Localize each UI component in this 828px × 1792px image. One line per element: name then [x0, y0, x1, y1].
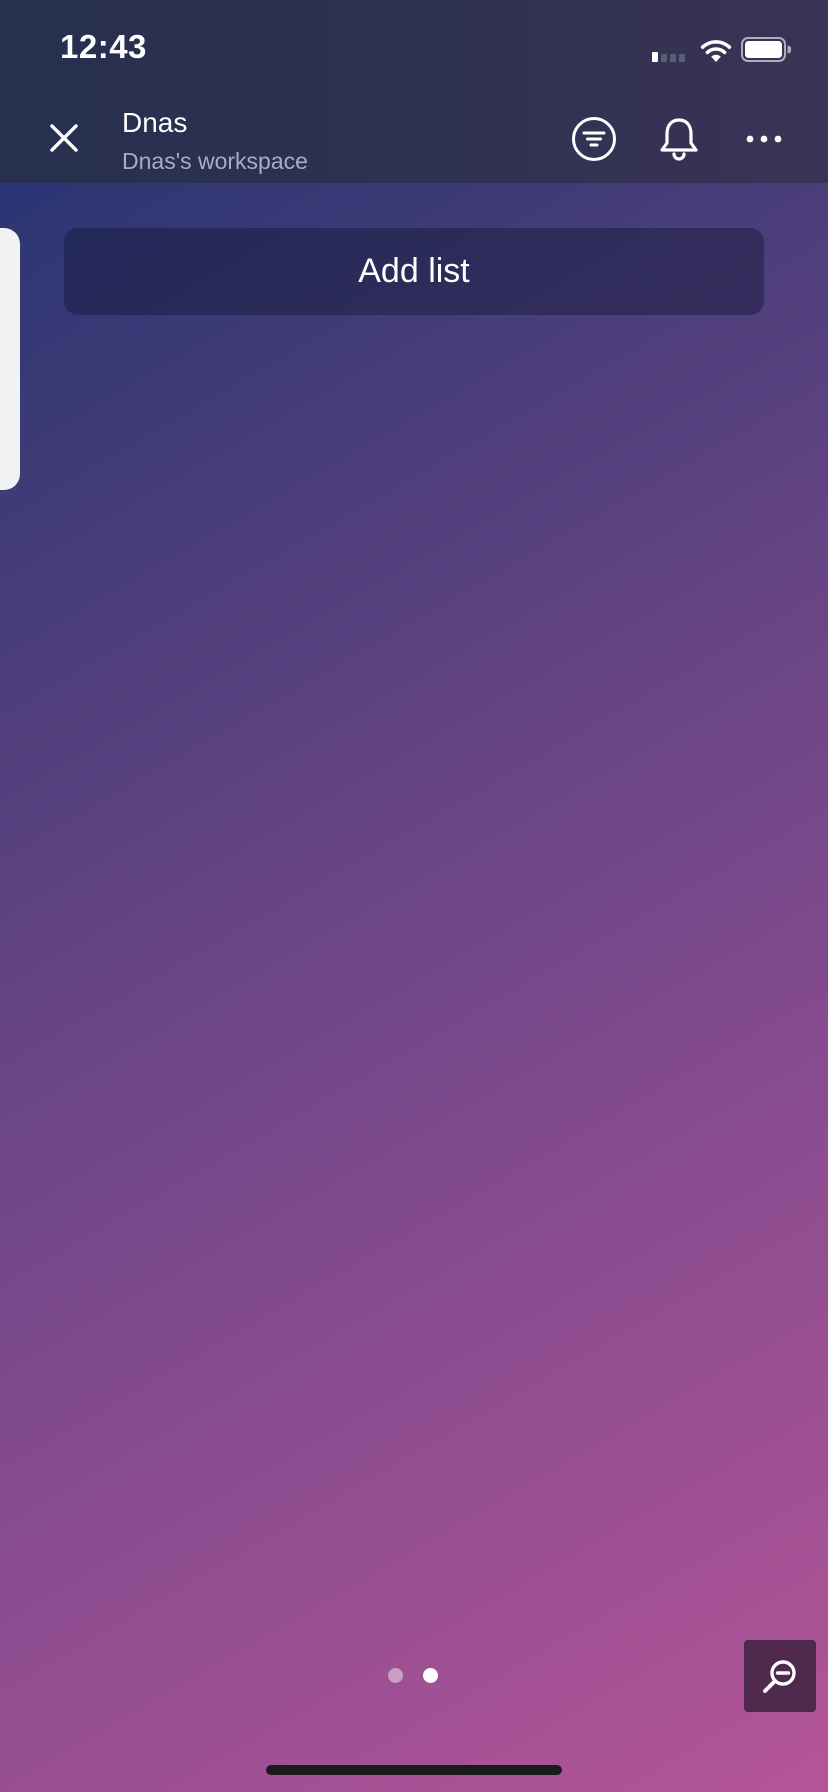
more-options-button[interactable] — [739, 114, 789, 164]
add-list-button[interactable]: Add list — [64, 228, 764, 315]
board-title: Dnas — [122, 107, 188, 138]
page-indicator — [388, 1668, 438, 1684]
zoom-out-icon — [763, 1660, 796, 1693]
board-screen: 12:43 Dnas Dnas's workspace Add list — [0, 0, 828, 1792]
cellular-signal-icon — [652, 48, 690, 62]
page-dot-2-active[interactable] — [423, 1668, 438, 1683]
workspace-name: Dnas's workspace — [122, 148, 308, 174]
battery-icon — [741, 37, 792, 62]
filter-icon — [572, 117, 616, 161]
close-icon — [50, 124, 78, 152]
zoom-out-button[interactable] — [744, 1640, 816, 1712]
board-header: Dnas Dnas's workspace — [0, 96, 828, 183]
more-icon — [746, 135, 782, 143]
close-button[interactable] — [42, 116, 86, 160]
status-time: 12:43 — [60, 28, 147, 65]
page-dot-1[interactable] — [388, 1668, 403, 1683]
top-bar: 12:43 Dnas Dnas's workspace — [0, 0, 828, 183]
previous-list-card[interactable] — [0, 228, 20, 490]
board-title-block: Dnas Dnas's workspace — [122, 106, 308, 176]
wifi-icon — [698, 36, 734, 64]
bell-icon — [660, 118, 698, 161]
filter-button[interactable] — [569, 114, 619, 164]
home-indicator[interactable] — [266, 1765, 562, 1775]
status-bar: 12:43 — [0, 0, 828, 96]
notifications-button[interactable] — [654, 114, 704, 164]
